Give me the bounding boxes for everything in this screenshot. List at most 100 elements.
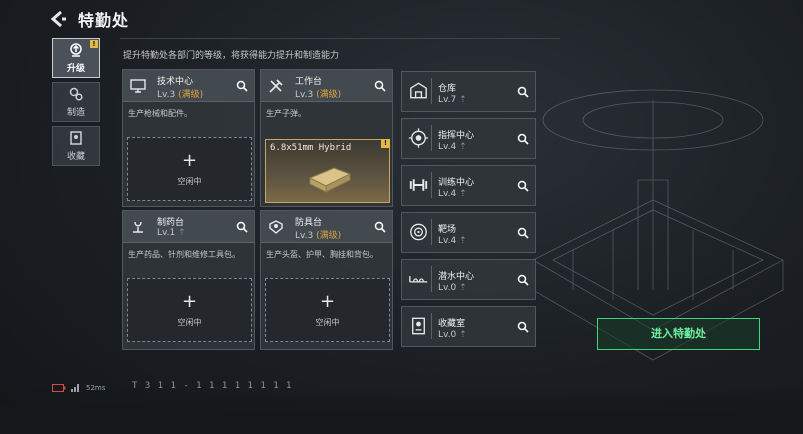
card-description: 生产药品、针剂和维修工具包。 — [128, 250, 240, 259]
notification-badge: ! — [90, 40, 98, 48]
battery-icon — [52, 384, 66, 392]
level-value: Lv.3 — [157, 90, 176, 100]
level-value: Lv.4 — [438, 236, 457, 246]
level-value: Lv.4 — [438, 142, 457, 152]
tab-label: 升级 — [66, 64, 85, 74]
facility-training-center[interactable]: 训练中心 Lv.4 ⇡ — [401, 165, 536, 206]
card-header[interactable]: 技术中心 Lv.3 (满级) — [123, 70, 254, 102]
max-level-tag: (满级) — [178, 90, 204, 100]
notification-badge: ! — [381, 139, 390, 148]
facility-name: 指挥中心 — [438, 131, 475, 141]
level-text: Lv.1 ⇡ — [157, 228, 186, 238]
search-icon[interactable] — [517, 133, 529, 145]
facility-diving-center[interactable]: 潜水中心 Lv.0 ⇡ — [401, 259, 536, 300]
card-description: 生产子弹。 — [266, 109, 306, 118]
product-name: 6.8x51mm Hybrid — [270, 143, 352, 153]
search-icon[interactable] — [374, 221, 386, 233]
upgrade-arrow-icon: ⇡ — [459, 142, 467, 152]
upgrade-arrow-icon: ⇡ — [459, 95, 467, 105]
card-title: 工作台 — [295, 77, 323, 87]
card-title: 制药台 — [157, 218, 185, 228]
level-text: Lv.4 ⇡ — [438, 189, 467, 199]
card-workbench: 工作台 Lv.3 (满级) 生产子弹。 ! 6.8x51mm Hybrid — [260, 69, 393, 207]
slot-status: 空闲中 — [177, 317, 202, 327]
level-value: Lv.4 — [438, 189, 457, 199]
search-icon[interactable] — [236, 80, 248, 92]
facility-name: 潜水中心 — [438, 272, 475, 282]
page-subtitle: 提升特勤处各部门的等级，将获得能力提升和制造能力 — [123, 51, 340, 61]
level-value: Lv.3 — [295, 231, 314, 241]
max-level-tag: (满级) — [316, 231, 342, 241]
crafting-product-slot[interactable]: ! 6.8x51mm Hybrid — [265, 139, 390, 203]
facility-warehouse[interactable]: 仓库 Lv.7 ⇡ — [401, 71, 536, 112]
facility-shooting-range[interactable]: 靶场 Lv.4 ⇡ — [401, 212, 536, 253]
divider — [120, 38, 560, 39]
card-header[interactable]: 工作台 Lv.3 (满级) — [261, 70, 392, 102]
search-icon[interactable] — [517, 86, 529, 98]
facility-name: 收藏室 — [438, 319, 466, 329]
level-text: Lv.3 (满级) — [295, 228, 341, 241]
facility-collection-room[interactable]: 收藏室 Lv.0 ⇡ — [401, 306, 536, 347]
level-value: Lv.3 — [295, 90, 314, 100]
card-header[interactable]: 防具台 Lv.3 (满级) — [261, 211, 392, 243]
level-value: Lv.0 — [438, 330, 457, 340]
slot-status: 空闲中 — [315, 317, 340, 327]
search-icon[interactable] — [517, 274, 529, 286]
top-bar: 特勤处 — [0, 0, 803, 36]
card-description: 生产头盔、护甲、胸挂和背包。 — [266, 250, 378, 259]
search-icon[interactable] — [236, 221, 248, 233]
facility-command-center[interactable]: 指挥中心 Lv.4 ⇡ — [401, 118, 536, 159]
level-value: Lv.1 — [157, 228, 176, 238]
upgrade-arrow-icon: ⇡ — [459, 283, 467, 293]
level-text: Lv.3 (满级) — [295, 87, 341, 100]
upgrade-icon — [70, 43, 82, 57]
warehouse-icon — [410, 78, 432, 104]
level-value: Lv.7 — [438, 95, 457, 105]
card-title: 防具台 — [295, 218, 323, 228]
gears-icon — [69, 87, 83, 101]
collection-room-icon — [412, 313, 432, 339]
search-icon[interactable] — [517, 227, 529, 239]
level-text: Lv.0 ⇡ — [438, 283, 467, 293]
collection-icon — [70, 131, 82, 145]
level-text: Lv.3 (满级) — [157, 87, 203, 100]
player-uid: T 3 1 1 - 1 1 1 1 1 1 1 1 — [132, 381, 293, 391]
level-text: Lv.4 ⇡ — [438, 236, 467, 246]
plus-icon: + — [181, 149, 198, 171]
ping-text: 52ms — [86, 384, 106, 392]
bottom-band — [0, 386, 803, 434]
tab-collection[interactable]: 收藏 — [52, 126, 100, 166]
card-pharmacy: 制药台 Lv.1 ⇡ 生产药品、针剂和维修工具包。 + 空闲中 — [122, 210, 255, 350]
upgrade-arrow-icon: ⇡ — [178, 228, 186, 238]
tab-upgrade[interactable]: ! 升级 — [52, 38, 100, 78]
dumbbell-icon — [409, 172, 432, 198]
upgrade-arrow-icon: ⇡ — [459, 189, 467, 199]
level-text: Lv.4 ⇡ — [438, 142, 467, 152]
search-icon[interactable] — [517, 180, 529, 192]
idle-slot[interactable]: + 空闲中 — [127, 137, 252, 201]
card-tech-center: 技术中心 Lv.3 (满级) 生产枪械和配件。 + 空闲中 — [122, 69, 255, 207]
facility-name: 训练中心 — [438, 178, 475, 188]
facility-name: 仓库 — [438, 84, 457, 94]
search-icon[interactable] — [517, 321, 529, 333]
level-value: Lv.0 — [438, 283, 457, 293]
facility-name: 靶场 — [438, 225, 457, 235]
pharmacy-icon — [133, 221, 143, 233]
level-text: Lv.0 ⇡ — [438, 330, 467, 340]
target-icon — [410, 219, 432, 245]
card-header[interactable]: 制药台 Lv.1 ⇡ — [123, 211, 254, 243]
card-title: 技术中心 — [157, 77, 194, 87]
tab-label: 制造 — [66, 108, 85, 118]
card-description: 生产枪械和配件。 — [128, 109, 192, 118]
tab-craft[interactable]: 制造 — [52, 82, 100, 122]
slot-status: 空闲中 — [177, 176, 202, 186]
idle-slot[interactable]: + 空闲中 — [127, 278, 252, 342]
idle-slot[interactable]: + 空闲中 — [265, 278, 390, 342]
search-icon[interactable] — [374, 80, 386, 92]
back-arrow-icon[interactable] — [48, 9, 68, 29]
upgrade-arrow-icon: ⇡ — [459, 236, 467, 246]
plus-icon: + — [319, 290, 336, 312]
enter-facility-button[interactable]: 进入特勤处 — [597, 318, 760, 350]
command-center-icon — [408, 125, 432, 151]
max-level-tag: (满级) — [316, 90, 342, 100]
